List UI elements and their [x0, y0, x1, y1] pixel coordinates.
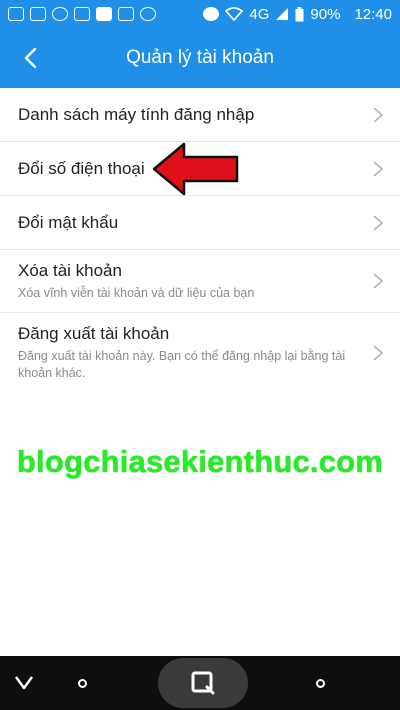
nav-dot-left-icon[interactable]	[78, 679, 87, 688]
app-header: Quản lý tài khoản	[0, 28, 400, 88]
download-icon	[118, 7, 134, 21]
watermark: blogchiasekienthuc.com	[16, 444, 384, 479]
chevron-left-icon	[24, 47, 37, 69]
account-menu-list: Danh sách máy tính đăng nhập Đổi số điện…	[0, 88, 400, 393]
back-button[interactable]	[14, 42, 46, 74]
battery-percent: 90%	[310, 5, 341, 23]
grid-app-icon	[30, 7, 46, 21]
youtube-icon	[96, 7, 112, 21]
clock: 12:40	[354, 5, 392, 23]
messenger-icon	[52, 7, 68, 21]
chevron-right-icon	[373, 345, 384, 361]
page-title: Quản lý tài khoản	[126, 47, 274, 68]
menu-item-logged-in-computers[interactable]: Danh sách máy tính đăng nhập	[0, 88, 400, 142]
menu-item-title: Xóa tài khoản	[18, 260, 122, 280]
battery-icon	[295, 6, 304, 21]
chevron-right-icon	[373, 160, 384, 177]
menu-item-subtitle: Xóa vĩnh viễn tài khoản và dữ liệu của b…	[18, 285, 255, 300]
home-square-icon	[191, 671, 215, 695]
nav-dot-right-icon[interactable]	[316, 679, 325, 688]
uc-browser-icon	[140, 7, 156, 21]
nav-back-icon[interactable]	[14, 674, 34, 692]
signal-icon	[276, 8, 289, 20]
menu-item-delete-account[interactable]: Xóa tài khoản Xóa vĩnh viễn tài khoản và…	[0, 250, 400, 313]
chevron-right-icon	[373, 106, 384, 123]
wifi-icon	[225, 7, 244, 21]
network-type: 4G	[249, 5, 270, 23]
navigation-bar	[0, 656, 400, 710]
system-indicators: 4G 90% 12:40	[203, 6, 392, 23]
status-bar: 4G 90% 12:40	[0, 0, 400, 28]
messages-icon	[8, 7, 24, 21]
menu-item-subtitle: Đăng xuất tài khoản này. Bạn có thể đăng…	[18, 349, 346, 380]
chevron-right-icon	[373, 273, 384, 289]
menu-item-title: Đổi mật khẩu	[18, 212, 119, 232]
menu-item-title: Danh sách máy tính đăng nhập	[18, 104, 255, 124]
menu-item-title: Đăng xuất tài khoản	[18, 324, 170, 343]
notification-icons	[8, 7, 156, 21]
menu-item-change-password[interactable]: Đổi mật khẩu	[0, 196, 400, 250]
do-not-disturb-icon	[203, 7, 220, 21]
gallery-icon	[74, 7, 90, 21]
chevron-right-icon	[373, 214, 384, 231]
menu-item-logout[interactable]: Đăng xuất tài khoản Đăng xuất tài khoản …	[0, 313, 400, 393]
red-arrow-annotation	[152, 142, 239, 196]
nav-home-button[interactable]	[158, 658, 248, 708]
